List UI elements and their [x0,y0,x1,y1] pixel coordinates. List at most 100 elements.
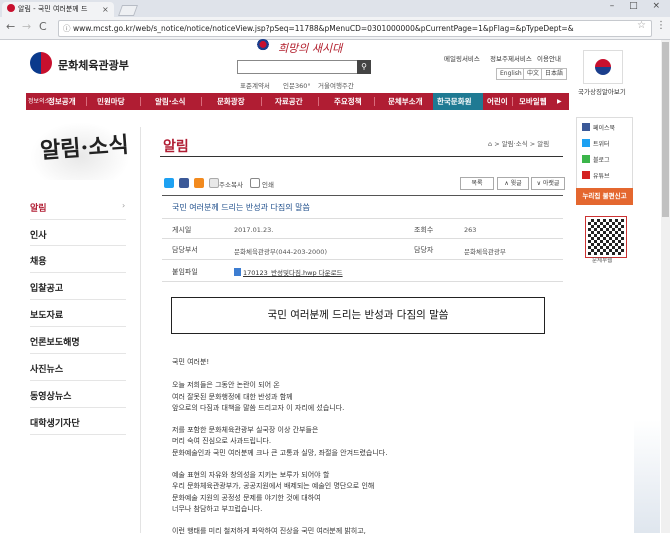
attachment-link[interactable]: 170123_반성및다짐.hwp 다운로드 [234,267,343,277]
lang-english[interactable]: English [496,68,526,80]
divider [30,434,126,435]
link-travel-week[interactable]: 거울여행주간 [318,80,354,90]
link-standard-contract[interactable]: 표준계약서 [240,80,270,90]
url-text: www.mcst.go.kr/web/s_notice/notice/notic… [73,24,574,33]
nav-divider [140,97,141,106]
left-menu-photo-news[interactable]: 사진뉴스 [30,362,63,375]
table-row-border [162,238,563,239]
copy-address-link[interactable]: 주소복사 [219,179,243,189]
body-line: 저를 포함한 문화체육관광부 실국장 이상 간부들은 [172,426,319,434]
body-line: 국민 여러분! [172,358,210,366]
next-post-button[interactable]: ∨ 아랫글 [531,177,565,190]
table-row-border [162,218,563,219]
left-menu-personnel[interactable]: 인사 [30,228,47,241]
nav-resources[interactable]: 자료공간 [275,93,303,110]
back-icon[interactable]: ← [6,19,15,35]
taegeuk-icon [256,39,270,51]
body-line: 오늘 저희들은 그동안 논란이 되어 온 [172,381,280,389]
nav-divider [261,97,262,106]
lang-chinese[interactable]: 中文 [523,68,544,80]
browser-tab[interactable]: 알림 - 국민 여러분께 드 [2,2,114,17]
body-line: 예술 표현의 자유와 창의성을 지키는 보루가 되어야 할 [172,471,330,479]
flag-caption[interactable]: 국가상징알아보기 [578,86,626,96]
nav-about[interactable]: 문체부소개 [388,93,423,110]
forward-icon[interactable]: → [22,19,31,35]
search-icon[interactable]: ⚲ [357,60,371,74]
window-controls[interactable]: – □ × [610,1,666,11]
report-inconvenience-button[interactable]: 누리집 불편신고 [576,188,633,205]
quick-label: 트위터 [593,141,610,148]
util-guide[interactable]: 이용안내 [537,53,561,63]
url-field[interactable]: ⓘ www.mcst.go.kr/web/s_notice/notice/noti… [58,20,652,37]
left-menu-title: 알림·소식 [39,131,130,165]
nav-korean-culture-center[interactable]: 한국문화원 [437,93,472,110]
tab-title: 알림 - 국민 여러분께 드 [18,5,88,13]
quick-twitter[interactable]: 트위터 [582,139,610,148]
nav-news[interactable]: 알림·소식 [155,93,185,110]
nav-civil[interactable]: 민원마당 [97,93,125,110]
nav-culture-plaza[interactable]: 문화광장 [217,93,245,110]
tab-close-icon[interactable]: × [102,2,109,17]
lang-japanese[interactable]: 日本語 [541,68,568,80]
copy-link-icon[interactable] [209,178,219,188]
blog-icon [582,155,590,163]
quick-youtube[interactable]: 유튜브 [582,171,610,180]
page-info-icon[interactable]: ⓘ [63,21,71,36]
prev-post-button[interactable]: ∧ 윗글 [497,177,529,190]
quick-blog[interactable]: 블로그 [582,155,610,164]
chevron-right-icon: › [122,201,126,210]
util-mailing[interactable]: 메일링서비스 [444,53,480,63]
table-bottom-border [162,281,563,282]
left-menu-recruit[interactable]: 채용 [30,254,47,267]
divider [30,272,126,273]
ministry-emblem-icon[interactable] [30,52,52,74]
search-input[interactable] [237,60,359,74]
reload-icon[interactable]: C [39,19,47,35]
nav-mobile[interactable]: 모바일웹 [519,93,547,110]
browser-menu-icon[interactable]: ⋮ [656,20,666,31]
quick-facebook[interactable]: 페이스북 [582,123,615,132]
quick-label: 페이스북 [593,125,616,132]
ministry-logo[interactable]: 문화체육관광부 [58,57,129,73]
twitter-share-icon[interactable] [164,178,174,188]
scrollbar-thumb[interactable] [662,42,669,217]
left-menu-bid[interactable]: 입찰공고 [30,281,63,294]
divider [30,407,126,408]
national-flag-icon[interactable] [583,50,623,84]
print-icon[interactable] [250,178,260,188]
body-line: 앞으로의 다짐과 대책을 말씀 드리고자 이 자리에 섰습니다. [172,404,345,412]
divider [30,219,126,220]
left-menu-press-clarify[interactable]: 언론보도해명 [30,335,80,348]
meta-views-label: 조회수 [414,226,434,234]
left-menu-video-news[interactable]: 동영상뉴스 [30,389,71,402]
nav-divider [512,97,513,106]
util-subject[interactable]: 정보주제서비스 [490,53,532,63]
print-link[interactable]: 인쇄 [262,179,274,189]
left-menu-press[interactable]: 보도자료 [30,308,63,321]
bookmark-star-icon[interactable]: ☆ [637,20,646,31]
boxed-heading: 국민 여러분께 드리는 반성과 다짐의 말씀 [171,297,545,334]
nav-divider [201,97,202,106]
body-line: 너무나 참담하고 부끄럽습니다. [172,505,263,513]
body-line: 문화예술인과 국민 여러분께 크나 큰 고통과 실망, 좌절을 안겨드렸습니다. [172,449,388,457]
left-menu-notice[interactable]: 알림 [30,201,47,214]
quick-label: 블로그 [593,157,610,164]
nav-info-open[interactable]: 정보공개 [48,93,76,110]
divider [30,326,126,327]
facebook-share-icon[interactable] [179,178,189,188]
nav-more-icon[interactable]: ▶ [557,93,562,110]
nav-policy[interactable]: 주요정책 [334,93,362,110]
column-divider [140,127,141,533]
divider [30,245,126,246]
blog-share-icon[interactable] [194,178,204,188]
table-top-border [162,195,563,196]
nav-kids[interactable]: 어린이 [487,93,508,110]
link-inmun360[interactable]: 인문360° [283,80,311,90]
nav-divider [318,97,319,106]
body-line: 우리 문화체육관광부가, 공공지원에서 배제되는 예술인 명단으로 인해 [172,482,375,490]
divider [30,380,126,381]
post-title: 국민 여러분께 드리는 반성과 다짐의 말씀 [172,203,310,212]
list-button[interactable]: 목록 [460,177,494,190]
breadcrumb[interactable]: ⌂ > 알림·소식 > 알림 [488,138,549,148]
left-menu-student-reporters[interactable]: 대학생기자단 [30,416,80,429]
